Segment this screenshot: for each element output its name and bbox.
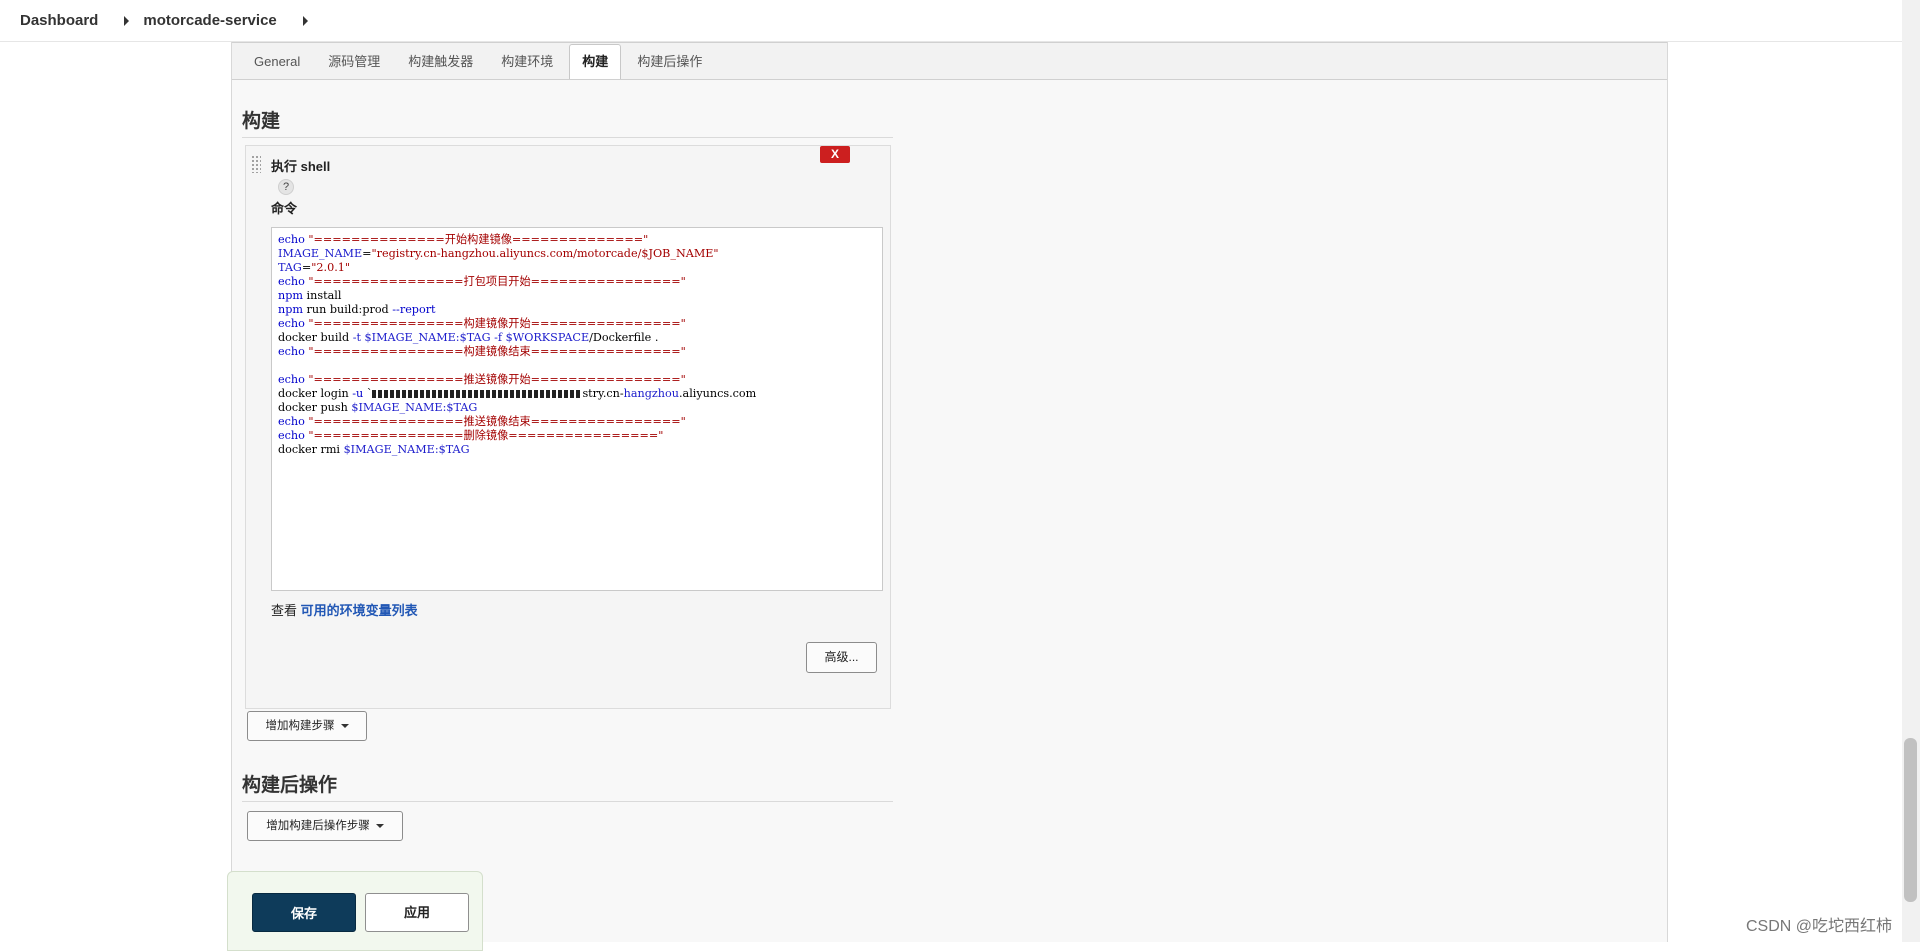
code-token: echo [278,275,309,288]
code-token: install [306,289,342,302]
code-token: "==============开始构建镜像==============" [308,233,649,246]
breadcrumb: Dashboard motorcade-service [0,0,1920,42]
code-line: docker login -u ` stry.cn-hangzhou.aliyun… [278,387,876,401]
advanced-button[interactable]: 高级... [806,642,877,673]
code-token: echo [278,233,309,246]
code-token: docker login [278,387,353,400]
code-token: "================推送镜像结束================" [308,415,686,428]
code-token: echo [278,345,309,358]
code-line: echo "================删除镜像==============… [278,429,876,443]
code-token: npm [278,289,307,302]
post-build-section-title: 构建后操作 [242,770,893,802]
code-token: echo [278,317,309,330]
tab-build-environment[interactable]: 构建环境 [489,45,565,79]
code-line: TAG="2.0.1" [278,261,876,275]
code-token: docker build [278,331,353,344]
watermark: CSDN @吃坨西红柿 [1746,918,1893,935]
code-line: echo "==============开始构建镜像==============… [278,233,876,247]
code-token: "================删除镜像================" [308,429,664,442]
code-token: docker push [278,401,352,414]
code-token: "registry.cn-hangzhou.aliyuncs.com/motor… [371,247,719,260]
build-section-title: 构建 [242,106,893,138]
breadcrumb-separator-icon[interactable] [302,15,308,26]
breadcrumb-dashboard[interactable]: Dashboard [20,12,98,29]
code-token: IMAGE_NAME [278,247,363,260]
code-token: "================构建镜像结束================" [308,345,686,358]
code-line: echo "================推送镜像开始============… [278,373,876,387]
code-token: = [362,247,372,260]
code-line: echo "================构建镜像开始============… [278,317,876,331]
code-token: hangzhou [623,387,679,400]
code-token: echo [278,415,309,428]
chevron-down-icon [340,723,349,728]
save-button[interactable]: 保存 [252,893,356,932]
code-token: stry.cn- [582,387,624,400]
code-token: "================推送镜像开始================" [308,373,686,386]
config-tabs: General 源码管理 构建触发器 构建环境 构建 构建后操作 [232,42,1667,80]
add-build-step-label: 增加构建步骤 [265,720,335,732]
code-token: $IMAGE_NAME:$TAG [351,401,478,414]
code-token: -u [352,387,364,400]
step-title: 执行 shell [271,159,331,174]
env-vars-row: 查看 可用的环境变量列表 [271,600,418,619]
add-build-step-button[interactable]: 增加构建步骤 [247,711,367,741]
code-token: "2.0.1" [311,261,351,274]
command-editor[interactable]: echo "==============开始构建镜像==============… [271,227,883,591]
breadcrumb-job[interactable]: motorcade-service [143,12,276,29]
tab-post-build[interactable]: 构建后操作 [625,45,714,79]
delete-step-button[interactable]: X [820,146,850,163]
breadcrumb-separator-icon[interactable] [124,15,130,26]
code-token: "================打包项目开始================" [308,275,686,288]
code-token: npm [278,303,307,316]
apply-button[interactable]: 应用 [365,893,469,932]
code-line: echo "================推送镜像结束============… [278,415,876,429]
code-token: "================构建镜像开始================" [308,317,686,330]
code-token: -t $IMAGE_NAME:$TAG -f $WORKSPACE [352,331,590,344]
code-token: = [301,261,312,274]
command-label: 命令 [271,201,298,216]
execute-shell-step: 执行 shell X ? 命令 echo "==============开始构建… [245,145,891,709]
code-token: TAG [278,261,302,274]
config-panel: General 源码管理 构建触发器 构建环境 构建 构建后操作 构建 执行 s… [231,42,1668,942]
drag-handle-icon[interactable] [251,155,261,173]
code-token: echo [278,429,309,442]
code-line: echo "================构建镜像结束============… [278,345,876,359]
add-post-build-step-button[interactable]: 增加构建后操作步骤 [247,811,403,841]
tab-general[interactable]: General [242,45,312,79]
code-token: docker rmi [278,443,344,456]
help-icon[interactable]: ? [278,179,294,195]
add-post-build-step-label: 增加构建后操作步骤 [266,820,370,832]
redacted-credentials [372,390,583,398]
code-line: echo "================打包项目开始============… [278,275,876,289]
code-token: ` [363,387,373,400]
code-line: docker build -t $IMAGE_NAME:$TAG -f $WOR… [278,331,876,345]
code-line: docker rmi $IMAGE_NAME:$TAG [278,443,876,457]
code-token: echo [278,373,309,386]
chevron-down-icon [375,823,384,828]
code-token: run build:prod [306,303,393,316]
tab-build-triggers[interactable]: 构建触发器 [396,45,485,79]
code-token: --report [392,303,436,316]
code-token: /Dockerfile . [589,331,659,344]
code-line: npm install [278,289,876,303]
code-line: docker push $IMAGE_NAME:$TAG [278,401,876,415]
code-line: IMAGE_NAME="registry.cn-hangzhou.aliyunc… [278,247,876,261]
env-vars-link[interactable]: 可用的环境变量列表 [301,603,418,618]
tab-source-code[interactable]: 源码管理 [316,45,392,79]
scrollbar-thumb[interactable] [1904,738,1917,902]
code-token: .aliyuncs.com [678,387,757,400]
tab-build[interactable]: 构建 [569,44,622,79]
save-bar: 保存 应用 [227,871,483,951]
env-vars-prefix: 查看 [271,603,301,618]
code-line: npm run build:prod --report [278,303,876,317]
code-token: $IMAGE_NAME:$TAG [343,443,470,456]
